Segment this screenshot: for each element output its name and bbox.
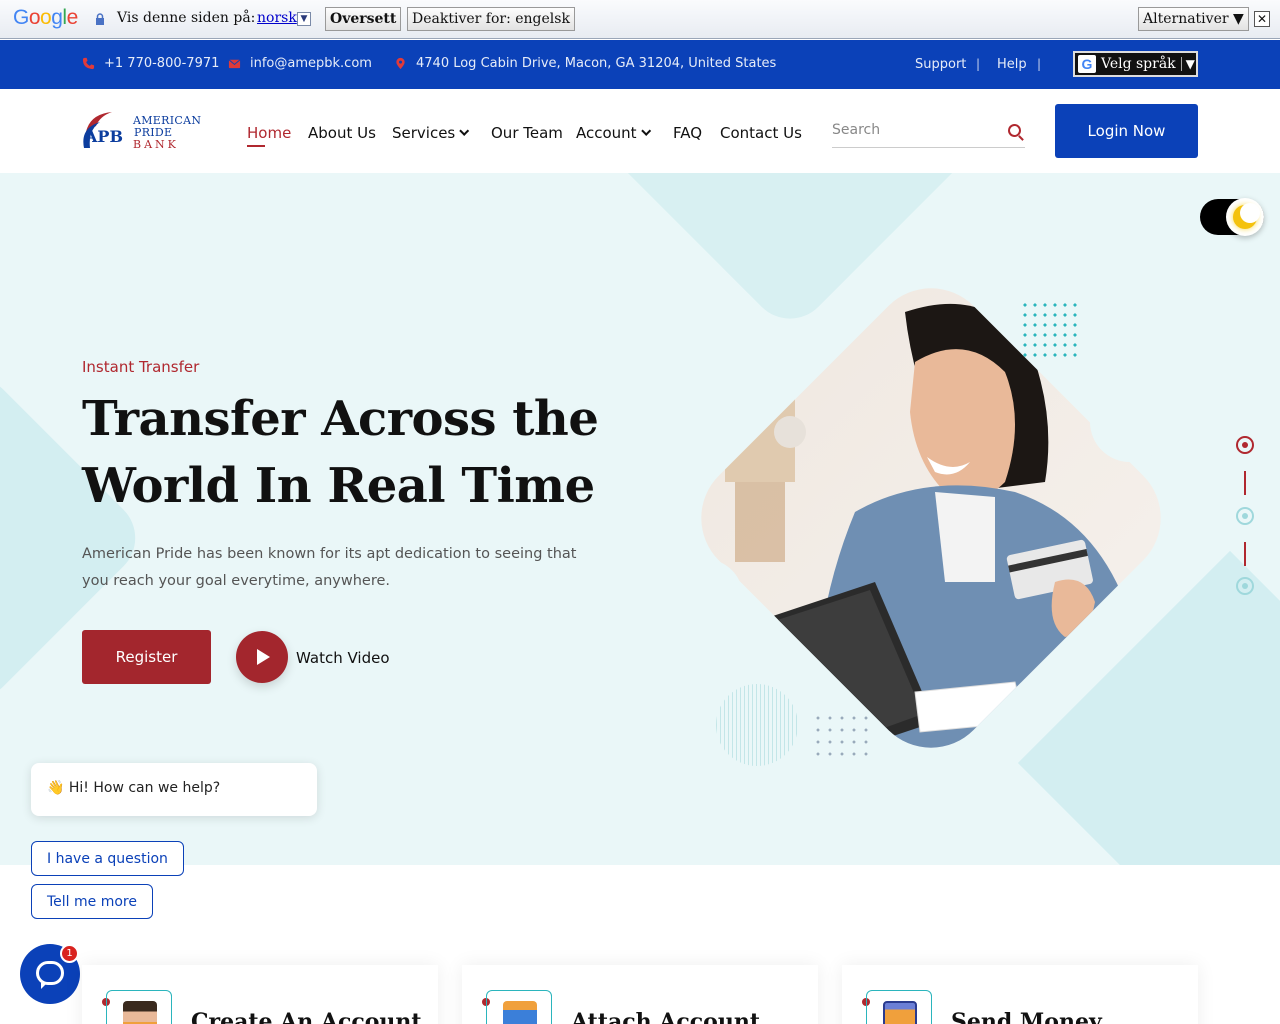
lock-icon [96, 13, 104, 25]
nav-services[interactable]: Services [392, 124, 470, 142]
search-input[interactable] [832, 116, 992, 138]
help-link[interactable]: Help [997, 57, 1027, 72]
chat-option-question[interactable]: I have a question [31, 841, 184, 876]
phone-contact[interactable]: +1 770-800-7971 [82, 56, 219, 71]
toggle-knob [1226, 198, 1264, 236]
divider: | [976, 57, 981, 71]
dark-mode-toggle[interactable] [1200, 198, 1264, 236]
translate-language-link[interactable]: norsk [257, 10, 297, 26]
hero-image [667, 263, 1186, 773]
disable-translate-button[interactable]: Deaktiver for: engelsk [407, 7, 575, 31]
feature-title: Send Money [951, 1009, 1102, 1024]
hero-headline: Transfer Across the World In Real Time [82, 391, 599, 514]
nav-team[interactable]: Our Team [491, 124, 563, 142]
translate-bar: Google Vis denne siden på: norsk ▼ Overs… [0, 0, 1280, 39]
money-icon [866, 990, 932, 1024]
email-contact[interactable]: info@amepbk.com [228, 56, 372, 71]
language-dropdown-icon[interactable]: ▼ [297, 12, 311, 26]
nav-about[interactable]: About Us [308, 124, 376, 142]
chat-greeting: 👋 Hi! How can we help? [31, 763, 317, 816]
site-logo[interactable]: APB AMERICAN PRIDE BANK [82, 110, 201, 156]
slider-connector [1244, 542, 1246, 566]
slider-dot-3[interactable] [1236, 577, 1254, 595]
feature-card-send-money[interactable]: Send Money [842, 965, 1198, 1024]
support-link[interactable]: Support [915, 57, 966, 72]
divider: | [1037, 57, 1042, 71]
language-select-label: Velg språk [1101, 56, 1176, 72]
slider-connector [1244, 471, 1246, 495]
translate-prompt: Vis denne siden på: [117, 10, 256, 26]
nav-home[interactable]: Home [247, 124, 291, 147]
register-button[interactable]: Register [82, 630, 211, 684]
watch-video-link[interactable]: Watch Video [296, 649, 390, 667]
nav-account[interactable]: Account [576, 124, 651, 142]
slider-dot-1[interactable] [1236, 436, 1254, 454]
nav-faq[interactable]: FAQ [673, 124, 702, 142]
user-icon-glyph [123, 1001, 157, 1024]
feature-card-attach-account[interactable]: Attach Account [462, 965, 818, 1024]
hero-subtitle: Instant Transfer [82, 358, 200, 376]
hero-description: American Pride has been known for its ap… [82, 546, 577, 589]
address-contact: 4740 Log Cabin Drive, Macon, GA 31204, U… [394, 56, 776, 71]
feature-title: Attach Account [571, 1009, 760, 1024]
mail-icon [228, 59, 241, 69]
slider-dot-2[interactable] [1236, 507, 1254, 525]
user-icon [106, 990, 172, 1024]
search-icon[interactable] [1008, 124, 1021, 137]
play-video-icon[interactable] [236, 631, 288, 683]
chat-option-more[interactable]: Tell me more [31, 884, 153, 919]
phone-icon [82, 57, 95, 70]
bank-icon-glyph [503, 1001, 537, 1024]
logo-abbr: APB [85, 127, 123, 146]
search-box [832, 116, 1025, 148]
close-translate-button[interactable]: ✕ [1254, 11, 1270, 27]
phone-text: +1 770-800-7971 [104, 56, 220, 71]
moon-icon [1233, 203, 1260, 229]
location-pin-icon [396, 57, 405, 70]
google-g-icon: G [1078, 55, 1096, 73]
nav-services-label: Services [392, 124, 456, 142]
bank-icon [486, 990, 552, 1024]
chat-bubble-icon [36, 961, 64, 989]
google-logo: Google [13, 6, 78, 29]
nav-contact[interactable]: Contact Us [720, 124, 802, 142]
chevron-down-icon: ▼ [1180, 57, 1195, 71]
feature-title: Create An Account [191, 1009, 422, 1024]
feature-card-create-account[interactable]: Create An Account [82, 965, 438, 1024]
options-button[interactable]: Alternativer ▼ [1138, 7, 1249, 31]
logo-line-3: BANK [133, 138, 179, 151]
translate-button[interactable]: Oversett [325, 7, 402, 31]
money-icon-glyph [883, 1001, 917, 1024]
logo-wordmark: AMERICAN PRIDE BANK [133, 115, 201, 151]
decorative-dots [1020, 300, 1080, 360]
nav-account-label: Account [576, 124, 637, 142]
notification-badge: 1 [60, 944, 79, 963]
address-text: 4740 Log Cabin Drive, Macon, GA 31204, U… [416, 56, 777, 71]
login-button[interactable]: Login Now [1055, 104, 1198, 158]
email-text: info@amepbk.com [250, 56, 372, 71]
language-select[interactable]: G Velg språk ▼ [1073, 51, 1198, 77]
